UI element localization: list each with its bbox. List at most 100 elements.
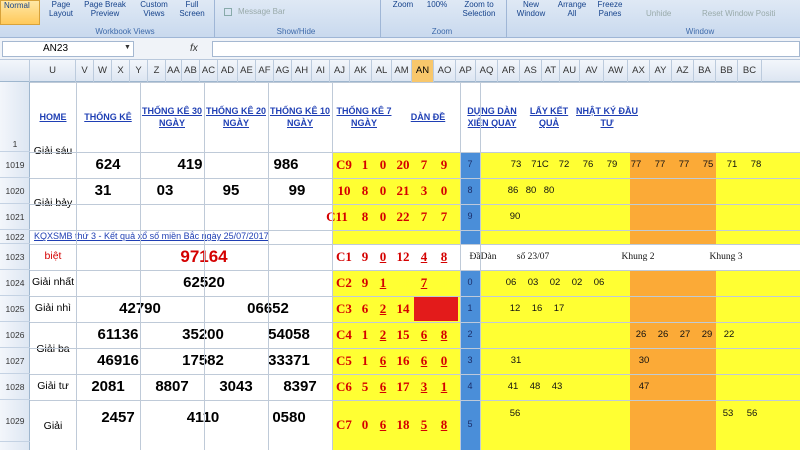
chevron-down-icon[interactable]: ▼ — [124, 44, 131, 51]
right-value[interactable]: 48 — [524, 374, 546, 400]
row-header-1026[interactable]: 1026 — [0, 322, 30, 348]
stat-cell[interactable]: 0 — [356, 400, 374, 450]
right-value[interactable]: 26 — [652, 322, 674, 348]
right-value[interactable]: 27 — [674, 322, 696, 348]
zoom-button[interactable]: Zoom — [390, 0, 416, 9]
column-header-az[interactable]: AZ — [672, 60, 694, 82]
column-header-au[interactable]: AU — [560, 60, 580, 82]
right-value[interactable]: 77 — [672, 152, 696, 178]
column-header-ax[interactable]: AX — [628, 60, 650, 82]
right-value[interactable]: 06 — [500, 270, 522, 296]
row-header-1027[interactable]: 1027 — [0, 348, 30, 374]
right-value[interactable]: 79 — [600, 152, 624, 178]
label-giai-nhat[interactable]: Giải nhất — [30, 270, 76, 296]
new-window-button[interactable]: New Window — [510, 0, 552, 18]
header-nhat-ky[interactable]: NHẬT KÝ ĐẦU TƯ — [574, 82, 640, 152]
right-value[interactable]: 03 — [522, 270, 544, 296]
message-bar-checkbox-icon[interactable] — [224, 8, 232, 16]
right-value[interactable]: 56 — [740, 400, 764, 428]
stat-cell[interactable]: 8 — [356, 178, 374, 204]
stat-cell[interactable]: 3 — [414, 374, 434, 400]
right-value[interactable]: 71C — [528, 152, 552, 178]
fifth-prize-value[interactable]: 0580 — [246, 400, 332, 436]
stat-cell[interactable]: 9 — [356, 244, 374, 270]
stat-cell[interactable]: 7 — [414, 204, 434, 230]
reset-window-position-button[interactable]: Reset Window Positi — [702, 9, 775, 18]
stat-cell[interactable]: 14 — [392, 296, 414, 322]
page-break-preview-button[interactable]: Page Break Preview — [80, 0, 130, 18]
index-cell[interactable]: 9 — [460, 204, 480, 230]
index-cell[interactable]: 4 — [460, 374, 480, 400]
fourth-prize-value[interactable]: 8397 — [268, 374, 332, 400]
right-value[interactable]: 80 — [540, 178, 558, 204]
right-value[interactable]: 31 — [504, 348, 528, 374]
label-giai-nhi[interactable]: Giải nhì — [30, 296, 76, 322]
stat-cell[interactable]: 0 — [374, 178, 392, 204]
khung-3-label[interactable]: Khung 3 — [696, 244, 756, 270]
stat-cell[interactable]: 6 — [374, 348, 392, 374]
column-header-ap[interactable]: AP — [456, 60, 476, 82]
stat-cell[interactable]: 3 — [414, 178, 434, 204]
right-value[interactable]: 75 — [696, 152, 720, 178]
header-thong-ke-20[interactable]: THỐNG KÊ 20 NGÀY — [204, 82, 268, 152]
column-header-aj[interactable]: AJ — [330, 60, 350, 82]
stat-cell[interactable]: 9 — [434, 270, 454, 296]
index-cell[interactable]: 8 — [460, 178, 480, 204]
right-value[interactable]: 41 — [502, 374, 524, 400]
name-box[interactable]: AN23 — [2, 41, 134, 57]
zoom-100-button[interactable]: 100% — [424, 0, 450, 9]
stat-cell[interactable]: 0 — [374, 152, 392, 178]
stat-cell[interactable]: 9 — [356, 270, 374, 296]
column-header-u[interactable]: U — [30, 60, 76, 82]
row-header-1024[interactable]: 1024 — [0, 270, 30, 296]
stat-cell[interactable]: 7 — [414, 152, 434, 178]
stat-cell[interactable]: 12 — [392, 244, 414, 270]
index-cell[interactable]: 3 — [460, 348, 480, 374]
right-value[interactable]: 12 — [504, 296, 526, 322]
arrange-all-button[interactable]: Arrange All — [554, 0, 590, 18]
right-value[interactable]: 22 — [718, 322, 740, 348]
right-value[interactable]: 30 — [632, 348, 656, 374]
stat-cell[interactable]: 1 — [356, 322, 374, 348]
column-header-ag[interactable]: AG — [274, 60, 292, 82]
label-giai[interactable]: Giải — [30, 404, 76, 450]
select-all-corner[interactable] — [0, 60, 30, 82]
right-value[interactable]: 77 — [648, 152, 672, 178]
stat-cell[interactable]: C4 — [332, 322, 356, 348]
page-layout-button[interactable]: Page Layout — [46, 0, 76, 18]
index-cell[interactable]: 0 — [460, 270, 480, 296]
stat-cell[interactable]: 1 — [434, 374, 454, 400]
function-icon[interactable]: fx — [190, 41, 210, 57]
freeze-panes-button[interactable]: Freeze Panes — [592, 0, 628, 18]
third-prize-value[interactable]: 54058 — [246, 322, 332, 348]
custom-views-button[interactable]: Custom Views — [136, 0, 172, 18]
column-header-ai[interactable]: AI — [312, 60, 330, 82]
right-value[interactable]: 80 — [522, 178, 540, 204]
stat-cell[interactable]: 18 — [392, 400, 414, 450]
stat-cell[interactable]: 0 — [374, 204, 392, 230]
right-value[interactable]: 17 — [548, 296, 570, 322]
stat-cell[interactable]: 7 — [434, 204, 454, 230]
stat-cell[interactable]: 2 — [374, 296, 392, 322]
right-value[interactable]: 02 — [566, 270, 588, 296]
right-value[interactable]: 90 — [504, 204, 526, 230]
row-header-1029[interactable]: 1029 — [0, 400, 30, 442]
column-header-z[interactable]: Z — [148, 60, 166, 82]
stat-cell[interactable]: 22 — [392, 204, 414, 230]
right-value[interactable]: 47 — [632, 374, 656, 400]
stat-cell[interactable]: C6 — [332, 374, 356, 400]
third-prize-value[interactable]: 17582 — [160, 348, 246, 374]
stat-cell[interactable]: 0 — [374, 244, 392, 270]
column-header-ba[interactable]: BA — [694, 60, 716, 82]
index-cell[interactable]: 5 — [460, 400, 480, 450]
right-value[interactable]: 76 — [576, 152, 600, 178]
stat-cell[interactable]: 16 — [392, 348, 414, 374]
right-value[interactable]: 26 — [630, 322, 652, 348]
stat-cell[interactable]: 15 — [392, 322, 414, 348]
column-header-y[interactable]: Y — [130, 60, 148, 82]
header-dung-dan[interactable]: DỰNG DÀN XIÊN QUAY — [460, 82, 524, 152]
stat-cell[interactable]: C1 — [332, 244, 356, 270]
row-header-1025[interactable]: 1025 — [0, 296, 30, 322]
stat-cell[interactable]: 5 — [356, 374, 374, 400]
fourth-prize-value[interactable]: 2081 — [76, 374, 140, 400]
